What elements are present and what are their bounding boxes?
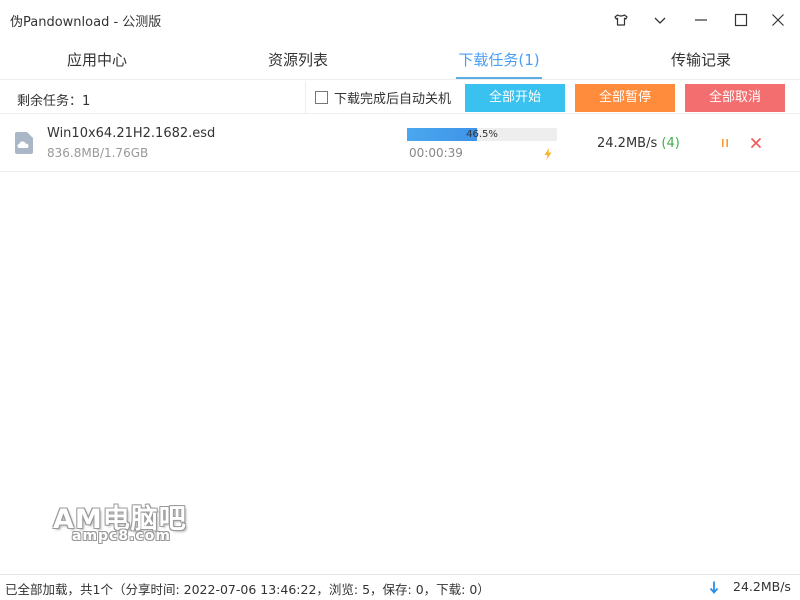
status-text: 已全部加载，共1个（分享时间: 2022-07-06 13:46:22，浏览: … bbox=[5, 582, 490, 597]
pause-all-button[interactable]: 全部暂停 bbox=[575, 84, 675, 112]
file-size: 836.8MB/1.76GB bbox=[47, 146, 149, 160]
title-bar: 伪Pandownload - 公测版 bbox=[0, 0, 800, 40]
chevron-down-icon[interactable] bbox=[648, 8, 672, 32]
watermark: AM电脑吧 ampc8.com bbox=[53, 497, 193, 549]
tab-app-center[interactable]: 应用中心 bbox=[47, 40, 147, 80]
tab-transfer-history[interactable]: 传输记录 bbox=[651, 40, 751, 80]
file-icon bbox=[13, 131, 35, 155]
minimize-icon[interactable] bbox=[689, 8, 713, 32]
file-name: Win10x64.21H2.1682.esd bbox=[47, 126, 216, 141]
progress-percent: 46.5% bbox=[466, 129, 498, 140]
auto-shutdown-checkbox[interactable] bbox=[315, 90, 328, 104]
download-arrow-icon bbox=[709, 581, 719, 594]
app-window: 伪Pandownload - 公测版 应用中心 资源列表 下载任务(1) 传输记… bbox=[0, 0, 800, 600]
maximize-icon[interactable] bbox=[729, 8, 753, 32]
tab-resource-list[interactable]: 资源列表 bbox=[248, 40, 348, 80]
tab-download-tasks[interactable]: 下载任务(1) bbox=[441, 40, 557, 80]
toolbar-divider bbox=[305, 81, 306, 114]
elapsed-time: 00:00:39 bbox=[409, 146, 463, 160]
tshirt-icon[interactable] bbox=[609, 8, 633, 32]
watermark-url: ampc8.com bbox=[72, 528, 171, 544]
download-speed: 24.2MB/s (4) bbox=[597, 136, 680, 151]
tab-bar: 应用中心 资源列表 下载任务(1) 传输记录 bbox=[0, 40, 800, 80]
start-all-button[interactable]: 全部开始 bbox=[465, 84, 565, 112]
pause-icon[interactable] bbox=[719, 137, 731, 149]
auto-shutdown-option[interactable]: 下载完成后自动关机 bbox=[315, 89, 452, 107]
close-icon[interactable] bbox=[766, 8, 790, 32]
window-title: 伪Pandownload - 公测版 bbox=[10, 15, 162, 30]
lightning-icon bbox=[544, 148, 552, 160]
download-toolbar: 剩余任务：1 下载完成后自动关机 全部开始 全部暂停 全部取消 bbox=[0, 81, 800, 114]
total-speed: 24.2MB/s bbox=[733, 579, 791, 594]
progress-bar: 46.5% bbox=[407, 128, 557, 141]
cancel-all-button[interactable]: 全部取消 bbox=[685, 84, 785, 112]
connection-count: (4) bbox=[661, 136, 680, 151]
auto-shutdown-label: 下载完成后自动关机 bbox=[334, 91, 452, 107]
remaining-tasks: 剩余任务：1 bbox=[17, 94, 91, 109]
download-row[interactable]: Win10x64.21H2.1682.esd 836.8MB/1.76GB 46… bbox=[0, 114, 800, 172]
speed-value: 24.2MB/s bbox=[597, 136, 658, 151]
status-bar: 已全部加载，共1个（分享时间: 2022-07-06 13:46:22，浏览: … bbox=[0, 574, 800, 600]
remove-icon[interactable] bbox=[750, 137, 762, 149]
